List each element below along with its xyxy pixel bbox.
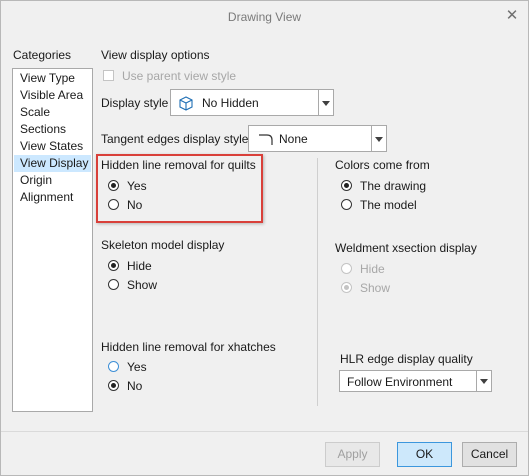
colors-heading: Colors come from — [335, 158, 430, 172]
colors-drawing-label: The drawing — [360, 179, 427, 193]
skeleton-show-label: Show — [127, 278, 158, 292]
tangent-edges-value: None — [279, 132, 308, 146]
skeleton-show-radio[interactable] — [108, 279, 119, 290]
use-parent-style-label: Use parent view style — [122, 69, 237, 83]
display-style-dropdown[interactable]: No Hidden — [170, 89, 334, 116]
colors-model-radio[interactable] — [341, 199, 352, 210]
categories-list: View Type Visible Area Scale Sections Vi… — [12, 68, 93, 412]
hlr-quality-heading: HLR edge display quality — [340, 352, 473, 366]
weldment-hide-radio[interactable] — [341, 263, 352, 274]
categories-heading: Categories — [13, 48, 72, 62]
category-item-alignment[interactable]: Alignment — [14, 189, 91, 206]
chevron-down-icon[interactable] — [318, 90, 333, 115]
tangent-edges-dropdown[interactable]: None — [248, 125, 387, 152]
colors-model-label: The model — [360, 198, 417, 212]
cancel-button[interactable]: Cancel — [462, 442, 517, 467]
drawing-view-dialog: Drawing View ✕ Categories View Type Visi… — [0, 0, 529, 476]
category-item-sections[interactable]: Sections — [14, 121, 91, 138]
display-style-value: No Hidden — [202, 96, 259, 110]
column-divider — [317, 158, 318, 406]
hidden-xhatch-yes-label: Yes — [127, 360, 147, 374]
skeleton-hide-label: Hide — [127, 259, 152, 273]
category-item-view-states[interactable]: View States — [14, 138, 91, 155]
category-item-visible-area[interactable]: Visible Area — [14, 87, 91, 104]
tangent-edges-label: Tangent edges display style — [101, 132, 249, 146]
weldment-show-radio[interactable] — [341, 282, 352, 293]
display-style-label: Display style — [101, 96, 169, 110]
hidden-xhatch-no-radio[interactable] — [108, 380, 119, 391]
chevron-down-icon[interactable] — [476, 371, 491, 391]
hidden-xhatch-yes-radio[interactable] — [108, 361, 119, 372]
colors-drawing-radio[interactable] — [341, 180, 352, 191]
category-item-view-display[interactable]: View Display — [14, 155, 91, 172]
category-item-origin[interactable]: Origin — [14, 172, 91, 189]
use-parent-style-checkbox[interactable] — [103, 70, 114, 81]
hidden-xhatch-no-label: No — [127, 379, 143, 393]
skeleton-heading: Skeleton model display — [101, 238, 225, 252]
highlight-box — [96, 154, 263, 223]
title-bar: Drawing View ✕ — [1, 1, 528, 32]
apply-button[interactable]: Apply — [325, 442, 380, 467]
view-display-options-heading: View display options — [101, 48, 210, 62]
dialog-title: Drawing View — [227, 10, 302, 24]
ok-button[interactable]: OK — [397, 442, 452, 467]
no-hidden-icon — [177, 94, 195, 115]
weldment-heading: Weldment xsection display — [335, 241, 477, 255]
skeleton-hide-radio[interactable] — [108, 260, 119, 271]
chevron-down-icon[interactable] — [371, 126, 386, 151]
close-icon[interactable]: ✕ — [504, 8, 520, 24]
hidden-xhatch-heading: Hidden line removal for xhatches — [101, 340, 276, 354]
hlr-quality-value: Follow Environment — [347, 375, 453, 389]
tangent-edge-icon — [257, 131, 275, 150]
weldment-hide-label: Hide — [360, 262, 385, 276]
footer-divider — [1, 431, 528, 432]
category-item-view-type[interactable]: View Type — [14, 70, 91, 87]
category-item-scale[interactable]: Scale — [14, 104, 91, 121]
weldment-show-label: Show — [360, 281, 391, 295]
hlr-quality-dropdown[interactable]: Follow Environment — [339, 370, 492, 392]
